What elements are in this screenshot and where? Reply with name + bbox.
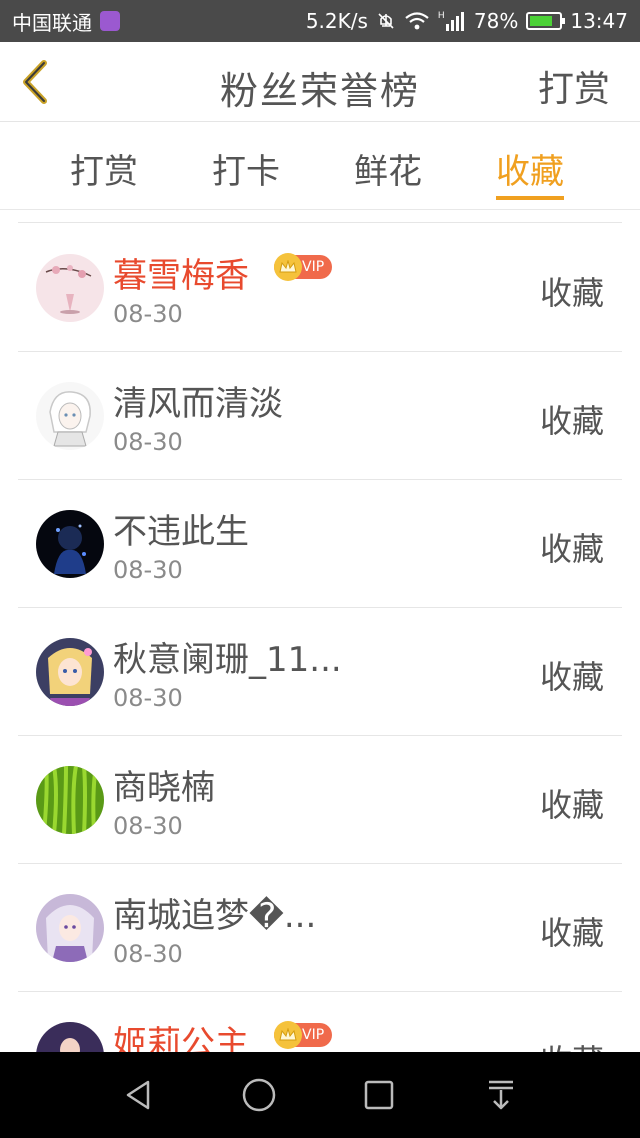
square-recents-icon	[364, 1080, 394, 1110]
mute-icon	[376, 11, 396, 31]
battery-icon	[526, 12, 566, 30]
status-bar: 中国联通 5.2K/s H 78% 13:47	[0, 0, 640, 42]
avatar	[36, 766, 104, 834]
favorite-label: 收藏	[539, 402, 604, 440]
vip-badge: VIP	[274, 253, 332, 281]
clock: 13:47	[570, 9, 628, 33]
list-item[interactable]: 清风而清淡 08-30 收藏	[18, 352, 622, 480]
battery-percent: 78%	[473, 9, 519, 33]
vip-badge: VIP	[274, 1021, 332, 1049]
user-name: 南城追梦�...	[113, 896, 317, 936]
tip-button[interactable]: 打赏	[538, 60, 610, 112]
tab-checkin[interactable]: 打卡	[212, 144, 280, 204]
list-item[interactable]: 秋意阑珊_11... 08-30 收藏	[18, 608, 622, 736]
screen: 中国联通 5.2K/s H 78% 13:47 粉丝荣誉榜 打赏 打赏 打卡 鲜…	[0, 0, 640, 1138]
avatar	[36, 638, 104, 706]
crown-icon	[274, 253, 302, 281]
tab-bar: 打赏 打卡 鲜花 收藏	[0, 122, 640, 210]
tab-flowers[interactable]: 鲜花	[354, 144, 422, 204]
list-item[interactable]: 南城追梦�... 08-30 收藏	[18, 864, 622, 992]
carrier-label: 中国联通	[12, 10, 92, 35]
vip-label: VIP	[302, 259, 325, 275]
list-item[interactable]: 暮雪梅香 VIP 08-30 收藏	[18, 224, 622, 352]
favorite-label: 收藏	[539, 274, 604, 312]
wifi-icon	[404, 11, 430, 31]
date: 08-30	[113, 556, 183, 584]
avatar	[36, 894, 104, 962]
date: 08-30	[113, 812, 183, 840]
favorite-label: 收藏	[539, 658, 604, 696]
favorite-label: 收藏	[539, 786, 604, 824]
notification-app-icon	[100, 11, 120, 31]
user-name: 商晓楠	[113, 768, 215, 808]
user-name: 暮雪梅香	[113, 256, 249, 296]
circle-home-icon	[242, 1078, 276, 1112]
divider	[18, 222, 622, 223]
svg-text:H: H	[438, 10, 445, 20]
favorite-label: 收藏	[539, 914, 604, 952]
tab-favorites[interactable]: 收藏	[496, 144, 564, 204]
system-navigation-bar	[0, 1052, 640, 1138]
fan-list: 暮雪梅香 VIP 08-30 收藏 清风而清淡 08-30 收藏 不违此生 08…	[18, 224, 622, 1120]
avatar	[36, 382, 104, 450]
date: 08-30	[113, 940, 183, 968]
vip-label: VIP	[302, 1027, 325, 1043]
user-name: 清风而清淡	[113, 384, 283, 424]
pull-down-icon	[489, 1080, 513, 1110]
user-name: 秋意阑珊_11...	[113, 640, 342, 680]
triangle-back-icon	[126, 1080, 150, 1110]
date: 08-30	[113, 684, 183, 712]
nav-recents-button[interactable]	[358, 1074, 400, 1116]
avatar	[36, 510, 104, 578]
list-item[interactable]: 不违此生 08-30 收藏	[18, 480, 622, 608]
list-item[interactable]: 商晓楠 08-30 收藏	[18, 736, 622, 864]
nav-notification-button[interactable]	[480, 1074, 522, 1116]
date: 08-30	[113, 300, 183, 328]
network-speed: 5.2K/s	[305, 9, 368, 33]
tab-tip[interactable]: 打赏	[70, 144, 138, 204]
nav-home-button[interactable]	[238, 1074, 280, 1116]
nav-back-button[interactable]	[118, 1074, 160, 1116]
date: 08-30	[113, 428, 183, 456]
cellular-signal-icon: H	[438, 10, 466, 32]
user-name: 不违此生	[113, 512, 249, 552]
header: 粉丝荣誉榜 打赏	[0, 42, 640, 122]
favorite-label: 收藏	[539, 530, 604, 568]
crown-icon	[274, 1021, 302, 1049]
avatar	[36, 254, 104, 322]
